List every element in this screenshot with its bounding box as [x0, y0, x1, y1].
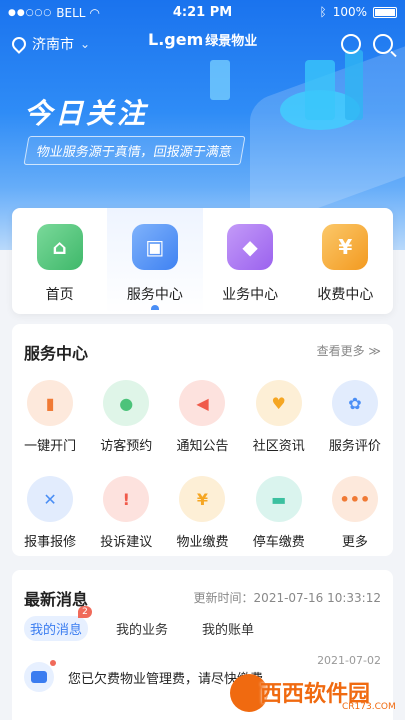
flower-icon: ✿ — [331, 380, 378, 426]
service-community-news[interactable]: ♥ 社区资讯 — [241, 380, 317, 454]
battery-percent: 100% — [332, 5, 367, 19]
news-tabs: 我的消息 2 我的业务 我的账单 — [24, 606, 260, 641]
service-label: 更多 — [341, 535, 368, 550]
hero-title: 今日关注 — [24, 97, 149, 130]
service-label: 物业缴费 — [176, 535, 229, 550]
hero-illustration-figure — [210, 60, 230, 100]
city-selector[interactable]: 济南市 ⌄ — [9, 34, 91, 54]
service-more[interactable]: ••• 更多 — [317, 476, 393, 550]
search-icon[interactable] — [373, 34, 393, 54]
tools-icon: ✕ — [27, 476, 74, 522]
unread-badge: 2 — [78, 606, 93, 618]
section-title: 最新消息 — [24, 590, 89, 609]
service-property-fee[interactable]: ¥ 物业缴费 — [164, 476, 240, 550]
active-indicator — [150, 305, 159, 310]
chevron-down-icon: ⌄ — [80, 37, 91, 51]
car-icon: ▬ — [255, 476, 302, 522]
service-complaint[interactable]: ! 投诉建议 — [88, 476, 164, 550]
service-repair[interactable]: ✕ 报事报修 — [12, 476, 88, 550]
house-heart-icon: ♥ — [255, 380, 302, 426]
service-rating[interactable]: ✿ 服务评价 — [317, 380, 393, 454]
nav-label: 业务中心 — [222, 287, 279, 303]
hero-illustration-building — [305, 60, 335, 120]
tab-my-business[interactable]: 我的业务 — [110, 616, 174, 641]
service-label: 投诉建议 — [100, 535, 153, 550]
door-icon: ▮ — [27, 380, 74, 426]
yuan-icon: ¥ — [322, 224, 369, 270]
nav-home[interactable]: ⌂ 首页 — [12, 208, 107, 314]
view-more-link[interactable]: 查看更多 ≫ — [317, 342, 381, 359]
app-header: 济南市 ⌄ L.gem 绿景物业 — [0, 28, 405, 62]
complaint-icon: ! — [103, 476, 150, 522]
hero-subtitle: 物业服务源于真情，回报源于满意 — [23, 136, 246, 165]
nav-service-center[interactable]: ▣ 服务中心 — [107, 208, 203, 314]
brand-logo: L.gem 绿景物业 — [148, 30, 257, 49]
service-label: 社区资讯 — [252, 439, 305, 454]
more-icon: ••• — [331, 476, 378, 522]
nav-label: 首页 — [45, 287, 74, 303]
megaphone-icon: ◀ — [179, 380, 226, 426]
section-title: 服务中心 — [24, 344, 89, 363]
unread-dot — [50, 660, 56, 666]
nav-label: 收费中心 — [317, 287, 374, 303]
tab-label: 我的消息 — [30, 623, 83, 638]
bill-icon: ¥ — [179, 476, 226, 522]
message-icon — [24, 662, 54, 692]
city-name: 济南市 — [32, 37, 74, 53]
briefcase-icon: ▣ — [131, 224, 178, 270]
nav-billing-center[interactable]: ¥ 收费中心 — [298, 208, 393, 314]
service-open-door[interactable]: ▮ 一键开门 — [12, 380, 88, 454]
service-label: 访客预约 — [100, 439, 153, 454]
service-label: 报事报修 — [24, 535, 77, 550]
visitor-icon: ● — [103, 380, 150, 426]
service-parking-fee[interactable]: ▬ 停车缴费 — [241, 476, 317, 550]
service-label: 服务评价 — [328, 439, 381, 454]
service-grid: ▮ 一键开门 ● 访客预约 ◀ 通知公告 ♥ 社区资讯 ✿ 服务评价 ✕ 报事报修 ! 投诉建… — [12, 380, 393, 550]
service-center-card: 服务中心 查看更多 ≫ ▮ 一键开门 ● 访客预约 ◀ 通知公告 ♥ 社区资讯 ✿ 服务评… — [12, 324, 393, 556]
quick-nav: ⌂ 首页 ▣ 服务中心 ◆ 业务中心 ¥ 收费中心 — [12, 208, 393, 314]
watermark: 西西软件园 CR173.COM — [230, 672, 400, 714]
tab-my-bills[interactable]: 我的账单 — [196, 616, 260, 641]
service-visitor[interactable]: ● 访客预约 — [88, 380, 164, 454]
update-time: 更新时间：2021-07-16 10:33:12 — [193, 591, 381, 605]
location-pin-icon — [9, 34, 29, 54]
logo-text: L.gem — [148, 30, 204, 49]
service-notice[interactable]: ◀ 通知公告 — [164, 380, 240, 454]
service-label: 通知公告 — [176, 439, 229, 454]
nav-business-center[interactable]: ◆ 业务中心 — [203, 208, 298, 314]
message-date: 2021-07-02 — [317, 654, 381, 667]
service-label: 一键开门 — [24, 439, 77, 454]
home-icon: ⌂ — [36, 224, 83, 270]
grid-icon: ◆ — [227, 224, 274, 270]
logo-cn-text: 绿景物业 — [205, 34, 258, 49]
bluetooth-icon: ᛒ — [319, 5, 327, 19]
tab-my-messages[interactable]: 我的消息 2 — [24, 606, 93, 641]
status-bar: ●●○○○ BELL ◠ 4:21 PM ᛒ 100% — [0, 0, 405, 26]
battery-icon — [373, 6, 397, 18]
customer-service-icon[interactable] — [341, 34, 361, 54]
nav-label: 服务中心 — [126, 287, 183, 303]
service-label: 停车缴费 — [252, 535, 305, 550]
watermark-sub: CR173.COM — [342, 702, 396, 712]
